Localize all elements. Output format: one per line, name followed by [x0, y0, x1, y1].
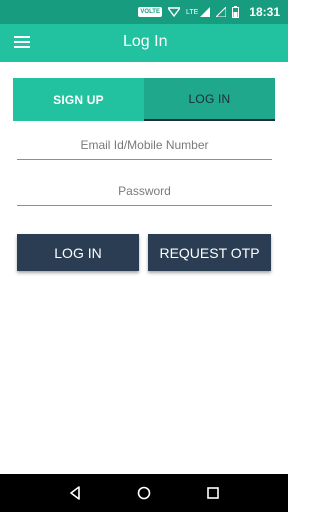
app-bar: Log In [0, 24, 288, 62]
hamburger-menu-icon[interactable] [14, 36, 30, 48]
password-field[interactable] [17, 176, 272, 205]
network-type: LTE [185, 8, 199, 16]
password-field-wrapper [17, 176, 272, 206]
volte-badge: VOLTE [138, 7, 162, 17]
back-icon[interactable] [65, 483, 85, 503]
system-nav-bar [0, 474, 288, 512]
home-icon[interactable] [134, 483, 154, 503]
battery-icon [232, 6, 240, 18]
tab-sign-up[interactable]: SIGN UP [13, 78, 144, 121]
status-bar: VOLTE LTE 18:31 [0, 0, 288, 24]
page-title: Log In [123, 33, 168, 50]
signal-icon [200, 7, 211, 17]
login-button[interactable]: LOG IN [17, 234, 139, 271]
tab-log-in[interactable]: LOG IN [144, 78, 275, 121]
email-field-wrapper [17, 130, 272, 160]
auth-tabs: SIGN UP LOG IN [13, 78, 275, 121]
request-otp-button[interactable]: REQUEST OTP [148, 234, 271, 271]
wifi-icon [167, 7, 180, 17]
clock: 18:31 [249, 5, 280, 19]
email-field[interactable] [17, 130, 272, 159]
signal-icon-2 [216, 7, 227, 17]
recents-icon[interactable] [203, 483, 223, 503]
